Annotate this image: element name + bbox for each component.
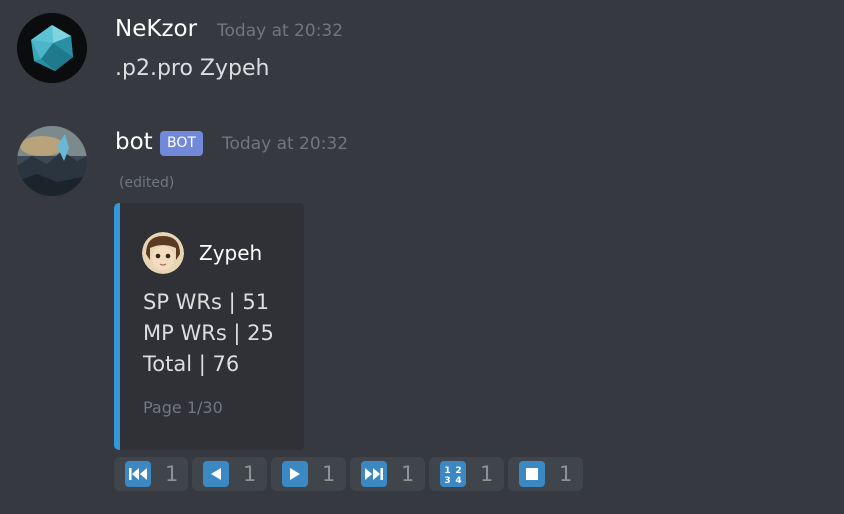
username[interactable]: NeKzor — [115, 16, 197, 42]
username[interactable]: bot — [115, 129, 153, 155]
reaction-previous-page[interactable]: 1 — [192, 457, 267, 491]
embed-line: SP WRs | 51 — [143, 290, 270, 314]
arrow-backward-icon — [203, 461, 229, 487]
embed-accent-bar — [114, 203, 120, 450]
message-content: .p2.pro Zypeh — [115, 56, 270, 81]
embed-line: Total | 76 — [143, 352, 240, 376]
svg-text:4: 4 — [455, 476, 461, 485]
reaction-go-to-page[interactable]: 1 2 3 4 1 — [429, 457, 504, 491]
avatar[interactable] — [17, 126, 87, 196]
reaction-count: 1 — [243, 462, 257, 486]
timestamp: Today at 20:32 — [217, 21, 344, 41]
landscape-avatar-icon — [17, 126, 87, 196]
track-previous-icon — [125, 461, 151, 487]
stop-button-icon — [519, 461, 545, 487]
reaction-last-page[interactable]: 1 — [350, 457, 425, 491]
embed-author-avatar — [142, 232, 184, 274]
icosahedron-avatar-icon — [17, 13, 87, 83]
edited-label: (edited) — [119, 175, 175, 191]
embed-line: MP WRs | 25 — [143, 321, 274, 345]
arrow-forward-icon — [282, 461, 308, 487]
anime-avatar-icon — [142, 232, 184, 274]
track-next-icon — [361, 461, 387, 487]
svg-text:2: 2 — [455, 466, 461, 476]
reaction-count: 1 — [480, 462, 494, 486]
avatar[interactable] — [17, 13, 87, 83]
embed: Zypeh SP WRs | 51 MP WRs | 25 Total | 76… — [114, 203, 304, 450]
timestamp: Today at 20:32 — [222, 134, 349, 154]
reaction-count: 1 — [559, 462, 573, 486]
svg-text:1: 1 — [444, 466, 450, 476]
embed-author-name[interactable]: Zypeh — [199, 241, 262, 265]
bot-tag: BOT — [160, 131, 203, 156]
svg-text:3: 3 — [444, 476, 450, 485]
reaction-count: 1 — [322, 462, 336, 486]
reaction-count: 1 — [165, 462, 179, 486]
embed-footer: Page 1/30 — [143, 398, 223, 417]
reaction-first-page[interactable]: 1 — [114, 457, 188, 491]
reaction-count: 1 — [401, 462, 415, 486]
input-numbers-icon: 1 2 3 4 — [440, 461, 466, 487]
reaction-next-page[interactable]: 1 — [271, 457, 346, 491]
reaction-stop[interactable]: 1 — [508, 457, 583, 491]
